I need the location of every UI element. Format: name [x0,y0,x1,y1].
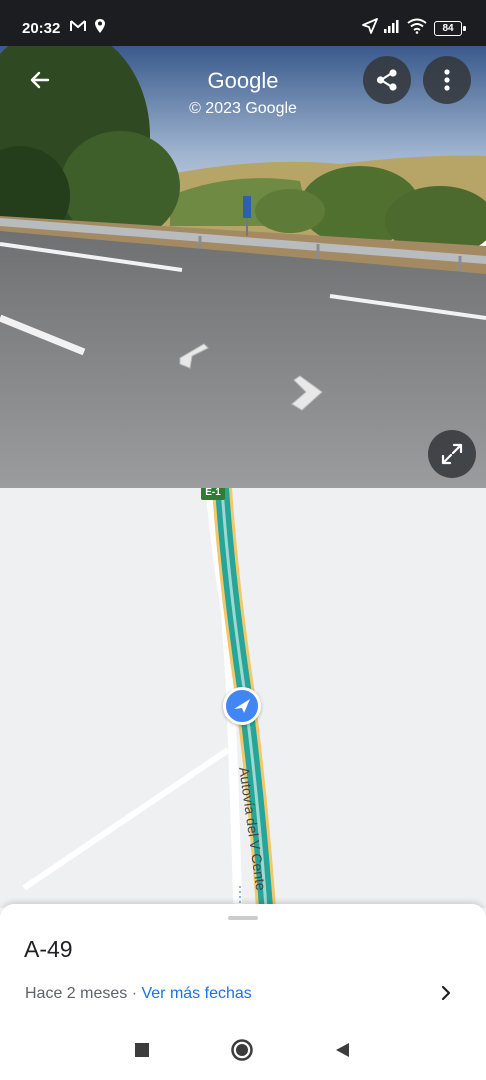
signal-icon [384,20,399,33]
place-info-sheet[interactable]: A-49 Hace 2 meses · Ver más fechas [0,904,486,1022]
street-view-title: Google [207,68,279,93]
capture-date-row: Hace 2 meses · Ver más fechas [25,985,252,1003]
navigation-arrow-icon [362,18,378,34]
location-pin-icon [95,19,105,33]
more-vert-icon [444,69,450,91]
share-icon [376,69,397,91]
map-view[interactable]: E-1 Autovía del V Cente [0,488,486,908]
gmail-icon [70,20,86,31]
status-bar: 20:32 84 [0,0,486,46]
heading-arrow-icon [234,699,250,713]
arrow-back-icon [30,71,50,89]
wifi-icon [407,18,427,34]
more-options-button[interactable] [423,56,471,104]
current-location-marker[interactable] [223,687,261,725]
expand-icon [441,443,463,465]
place-title: A-49 [24,936,73,962]
highway-shield: E-1 [201,488,225,500]
chevron-right-icon[interactable] [438,984,454,1002]
system-nav-bar [0,1022,486,1080]
back-button[interactable] [16,56,64,104]
recents-square-icon[interactable] [134,1042,150,1058]
back-triangle-icon[interactable] [334,1042,350,1058]
fullscreen-button[interactable] [428,430,476,478]
street-view-panorama[interactable]: Google © 2023 Google [0,46,486,488]
battery-indicator: 84 [434,21,466,36]
capture-age: Hace 2 meses [25,985,128,1002]
more-dates-link[interactable]: Ver más fechas [141,985,251,1002]
share-button[interactable] [363,56,411,104]
separator: · [127,985,142,1002]
clock: 20:32 [22,20,61,37]
drag-handle[interactable] [228,916,258,920]
home-circle-icon[interactable] [231,1039,253,1061]
street-view-copyright: © 2023 Google [189,100,297,117]
